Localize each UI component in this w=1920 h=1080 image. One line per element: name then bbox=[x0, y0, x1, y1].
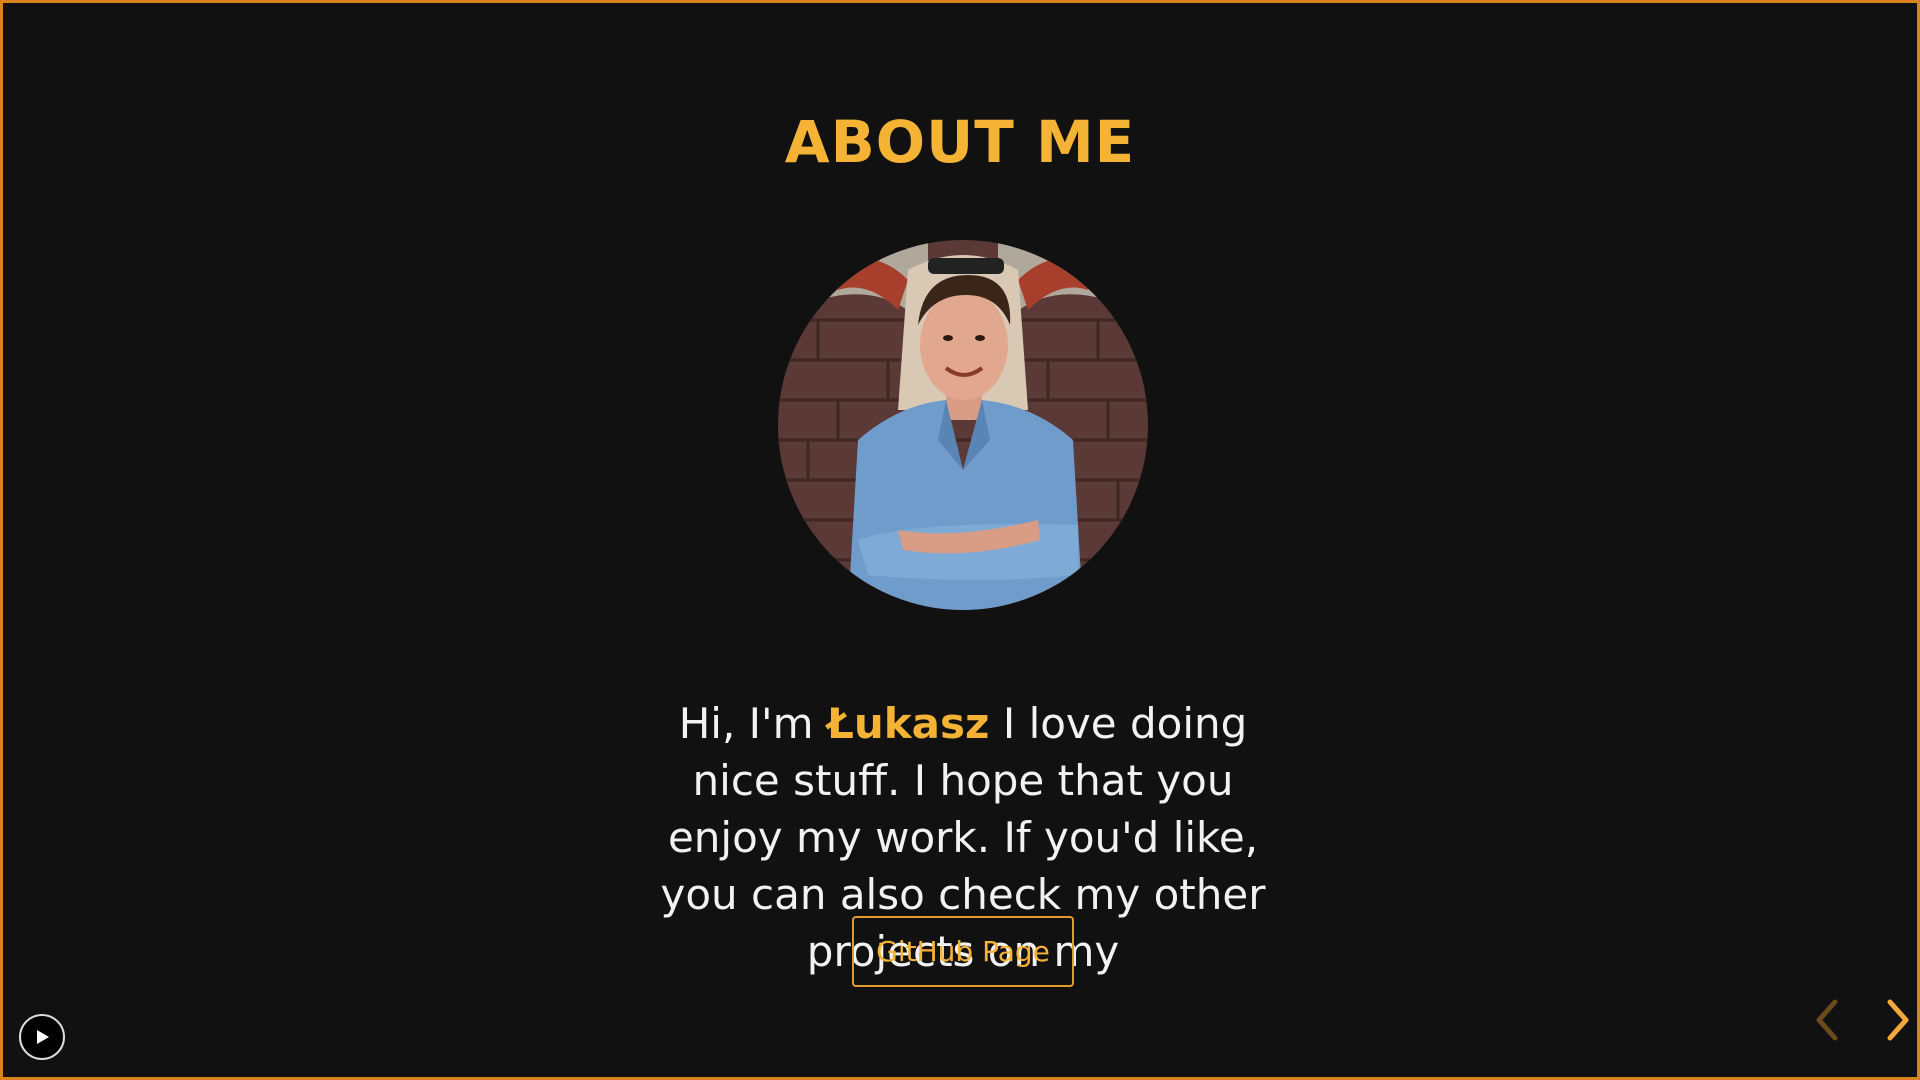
autoplay-button[interactable] bbox=[19, 1014, 65, 1060]
play-icon bbox=[37, 1030, 49, 1044]
author-name: Łukasz bbox=[826, 699, 990, 748]
page-title: ABOUT ME bbox=[784, 107, 1136, 176]
previous-slide-button[interactable] bbox=[1807, 998, 1847, 1042]
next-slide-button[interactable] bbox=[1878, 998, 1918, 1042]
chevron-left-icon bbox=[1816, 999, 1838, 1041]
profile-photo-illustration bbox=[778, 240, 1148, 610]
profile-photo bbox=[778, 240, 1148, 610]
chevron-right-icon bbox=[1887, 999, 1909, 1041]
about-me-slide: ABOUT ME Hi, I'm Łukasz I love doing nic… bbox=[0, 0, 1920, 1080]
github-page-button[interactable]: GitHub Page bbox=[852, 916, 1074, 987]
bio-prefix: Hi, I'm bbox=[678, 699, 814, 748]
